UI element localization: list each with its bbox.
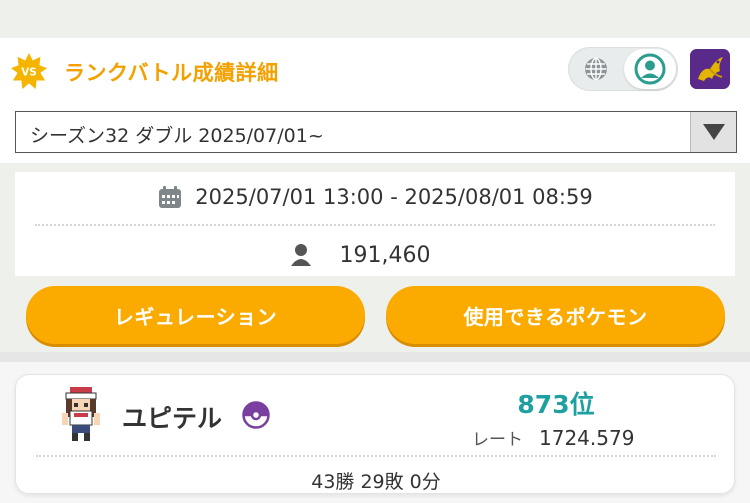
personal-view-button[interactable] <box>624 49 676 89</box>
season-select-value: シーズン32 ダブル 2025/07/01~ <box>30 125 324 147</box>
season-section: シーズン32 ダブル 2025/07/01~ <box>0 100 750 163</box>
season-info-card: 2025/07/01 13:00 - 2025/08/01 08:59 191,… <box>15 172 735 276</box>
player-rank: 873位 <box>517 390 595 419</box>
global-view-button[interactable] <box>568 47 623 91</box>
globe-icon <box>584 57 607 81</box>
rate-label: レート <box>472 430 523 450</box>
player-name: ユピテル <box>122 404 223 433</box>
calendar-icon <box>159 186 182 208</box>
dotted-divider <box>35 224 715 226</box>
dotted-divider <box>36 455 716 457</box>
season-select[interactable]: シーズン32 ダブル 2025/07/01~ <box>15 111 737 153</box>
trainer-sprite-icon <box>62 387 100 441</box>
usable-pokemon-button[interactable]: 使用できるポケモン <box>386 286 725 344</box>
view-toggle[interactable] <box>568 47 678 91</box>
win-loss-record: 43勝 29敗 0分 <box>311 471 441 493</box>
player-count: 191,460 <box>339 242 431 268</box>
avatar[interactable] <box>690 49 730 89</box>
dragon-avatar-icon <box>690 49 730 89</box>
vs-badge-icon: VS <box>10 52 48 90</box>
rate-value: 1724.579 <box>539 426 635 450</box>
section-divider <box>0 352 750 362</box>
person-icon <box>290 244 311 266</box>
header-bar: VS ランクバトル成績詳細 <box>0 38 750 100</box>
pokeball-icon <box>242 401 270 429</box>
user-circle-icon <box>634 53 666 85</box>
svg-text:VS: VS <box>21 66 37 78</box>
triangle-down-icon <box>702 124 725 140</box>
page-title: ランクバトル成績詳細 <box>64 61 279 85</box>
dropdown-arrow-button[interactable] <box>690 112 736 152</box>
ranking-player-card[interactable]: ユピテル 873位 レート 1724.579 43勝 29敗 0分 <box>15 374 735 494</box>
regulation-button[interactable]: レギュレーション <box>26 286 365 344</box>
season-period-row: 2025/07/01 13:00 - 2025/08/01 08:59 <box>15 172 735 222</box>
player-count-row: 191,460 <box>15 232 735 278</box>
rate-row: レート 1724.579 <box>472 425 634 450</box>
season-period: 2025/07/01 13:00 - 2025/08/01 08:59 <box>195 185 593 209</box>
